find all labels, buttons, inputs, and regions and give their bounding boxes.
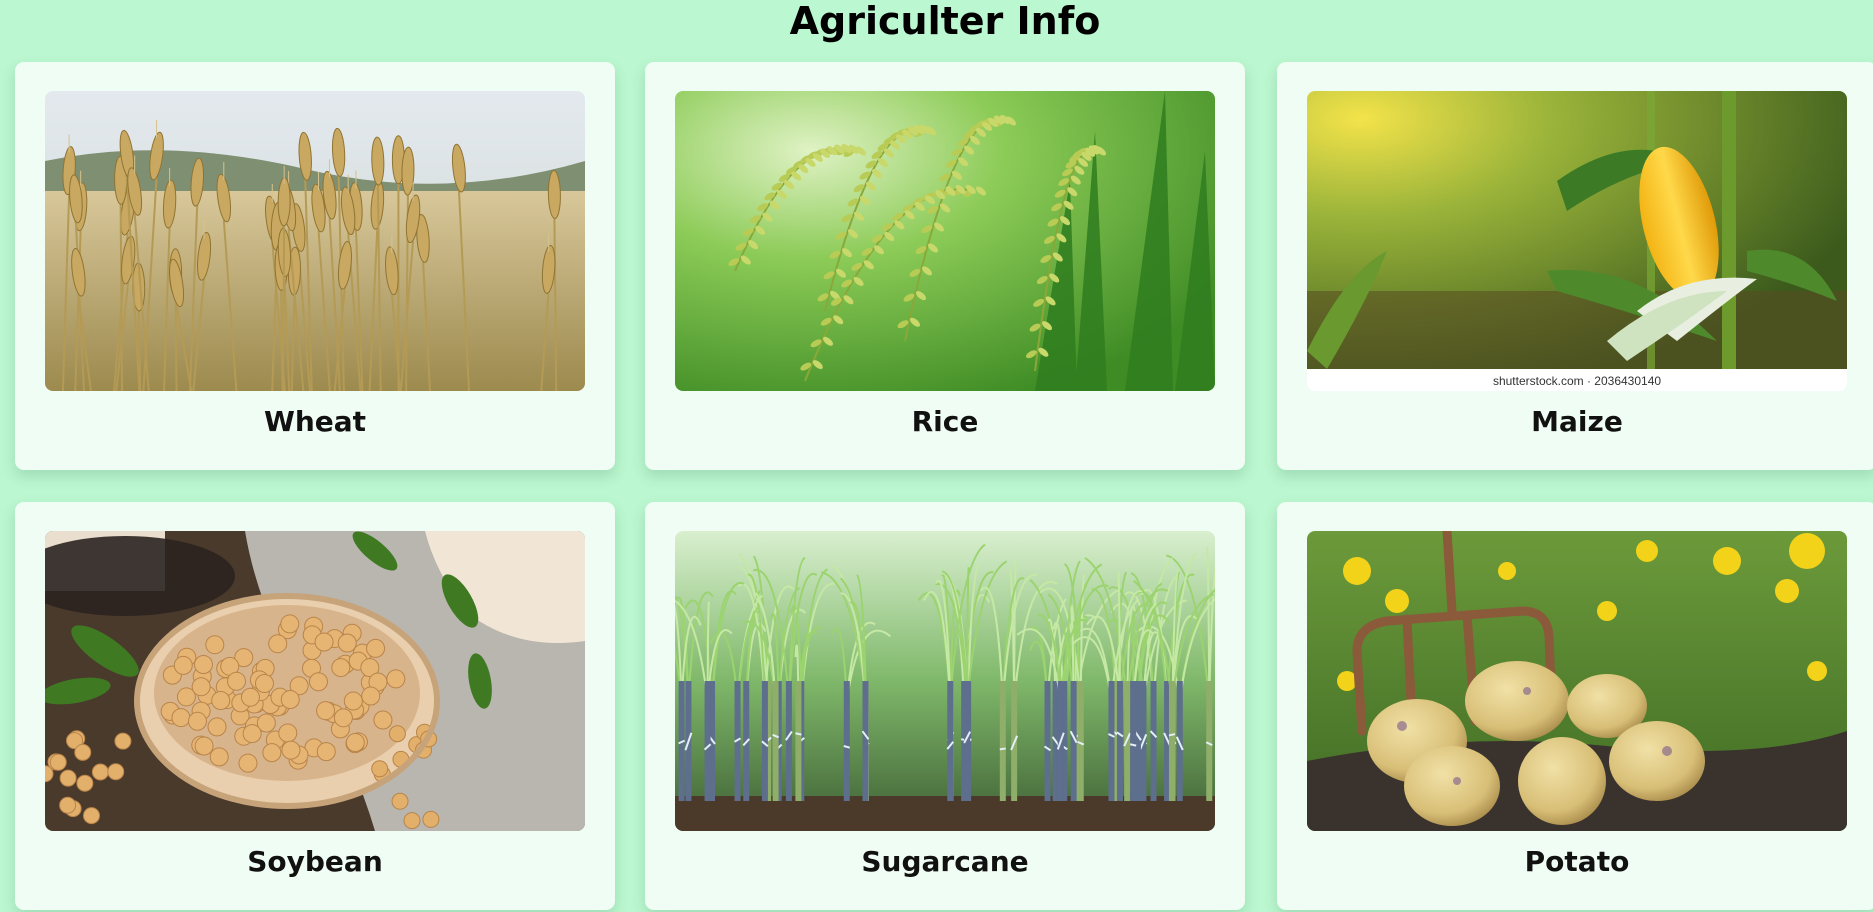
crop-card-rice[interactable]: Rice: [645, 62, 1245, 470]
crop-label: Rice: [911, 405, 979, 438]
crop-label: Wheat: [263, 405, 367, 438]
crop-card-soybean[interactable]: Soybean: [15, 502, 615, 910]
soybean-image: [45, 531, 585, 831]
potato-image: [1307, 531, 1847, 831]
crop-label: Maize: [1531, 405, 1623, 438]
crop-label: Potato: [1524, 845, 1630, 878]
maize-image: shutterstock.com · 2036430140: [1307, 91, 1847, 391]
sugarcane-image: [675, 531, 1215, 831]
stock-caption: shutterstock.com · 2036430140: [1493, 374, 1661, 388]
crop-label: Soybean: [247, 845, 383, 878]
crop-card-wheat[interactable]: Wheat: [15, 62, 615, 470]
crop-card-potato[interactable]: Potato: [1277, 502, 1873, 910]
wheat-image: [45, 91, 585, 391]
page-title: Agriculter Info: [789, 0, 1101, 43]
crop-card-sugarcane[interactable]: Sugarcane: [645, 502, 1245, 910]
crop-label: Sugarcane: [861, 845, 1029, 878]
rice-image: [675, 91, 1215, 391]
crop-card-maize[interactable]: shutterstock.com · 2036430140 Maize: [1277, 62, 1873, 470]
